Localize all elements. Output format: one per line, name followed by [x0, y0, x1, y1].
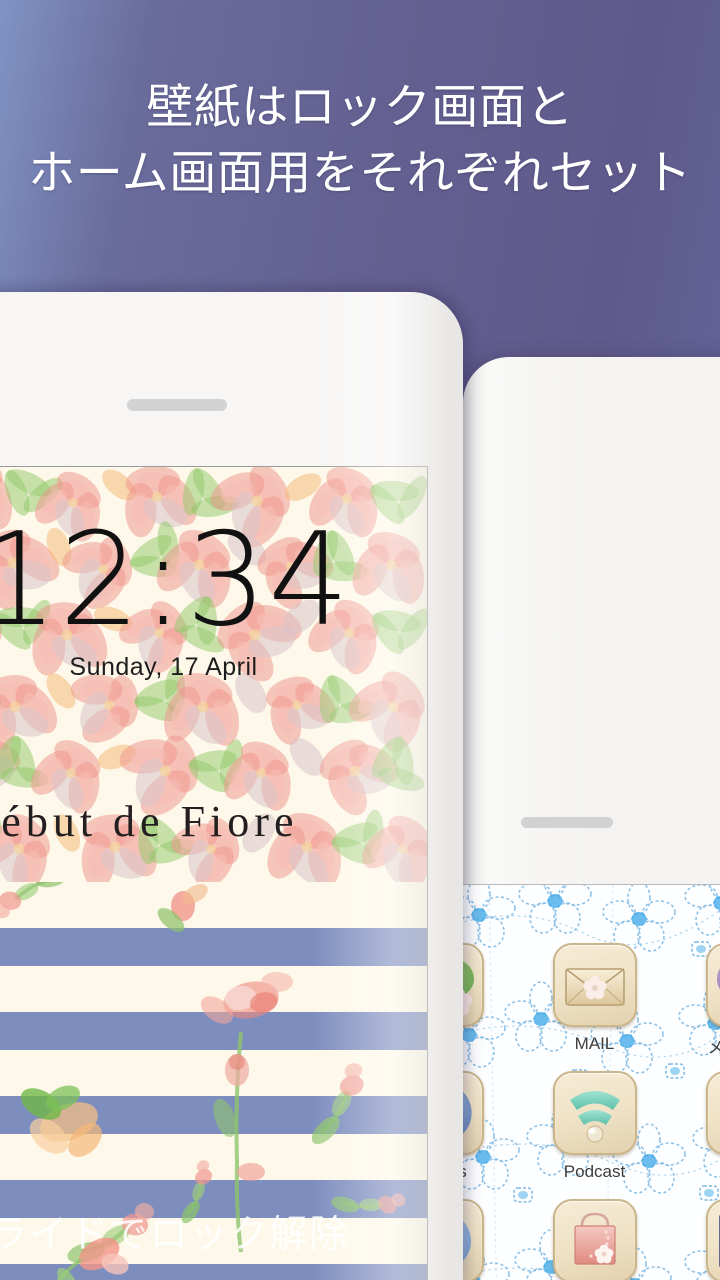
earpiece-speaker	[521, 817, 613, 828]
app-icon-grid: Line LINE	[463, 943, 720, 1280]
ibooks-icon[interactable]	[705, 1071, 720, 1155]
wallpaper-brand-text: Début de Fiore	[0, 797, 299, 846]
skype-icon[interactable]: S	[463, 1199, 484, 1280]
header-line-2: ホーム画面用をそれぞれセット	[28, 146, 692, 199]
slide-to-unlock-text[interactable]: スライドでロック解除	[0, 1203, 388, 1258]
app-ibooks[interactable]: ibooks	[671, 1071, 720, 1199]
app-appstore[interactable]: App Store	[518, 1199, 671, 1280]
mail-icon[interactable]	[552, 943, 637, 1027]
app-line[interactable]: Line LINE	[463, 943, 518, 1071]
facebook-icon[interactable]: f	[705, 1199, 720, 1280]
app-label: MAIL	[574, 1034, 615, 1053]
earpiece-speaker	[127, 399, 227, 411]
phone-home-screen: Line LINE	[463, 357, 720, 1280]
header-line-1: 壁紙はロック画面と	[146, 80, 574, 133]
itunes-icon[interactable]	[463, 1071, 484, 1155]
app-itunes[interactable]: iTunes	[463, 1071, 518, 1199]
promo-header: 壁紙はロック画面と ホーム画面用をそれぞれセット	[0, 0, 720, 292]
home-screen-display: Line LINE	[463, 884, 720, 1280]
line-icon[interactable]: Line	[463, 943, 484, 1027]
messages-icon[interactable]	[705, 943, 720, 1027]
app-mail[interactable]: MAIL	[518, 943, 671, 1071]
lock-screen-display: 12:34 Sunday, 17 April Début de Fiore スラ…	[0, 466, 428, 1280]
app-label: iTunes	[463, 1162, 467, 1182]
promo-screenshot: 壁紙はロック画面と ホーム画面用をそれぞれセット MAIL Podcast 12…	[0, 0, 720, 1280]
phone-lock-screen: 12:34 Sunday, 17 April Début de Fiore スラ…	[0, 292, 463, 1280]
app-facebook[interactable]: f Facebook	[671, 1199, 720, 1280]
podcast-icon[interactable]	[552, 1071, 637, 1155]
app-messages[interactable]: メッセージ	[671, 943, 720, 1071]
app-label: メッセージ	[708, 1034, 720, 1058]
app-label: Podcast	[563, 1162, 626, 1181]
app-podcast[interactable]: Podcast	[518, 1071, 671, 1199]
appstore-icon[interactable]	[552, 1199, 637, 1280]
app-skype[interactable]: S Skype	[463, 1199, 518, 1280]
